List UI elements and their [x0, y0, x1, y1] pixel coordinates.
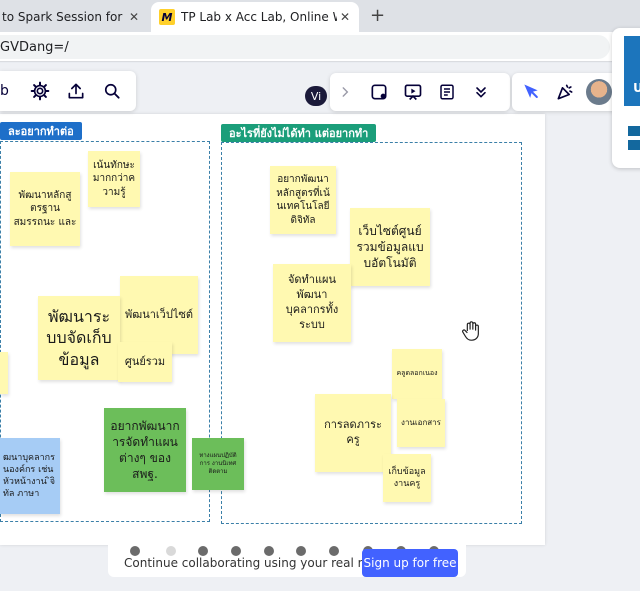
side-panel-card[interactable]: U — [612, 28, 640, 168]
browser-tab-strip: to Spark Session for OBEC ✕ M TP Lab x A… — [0, 0, 640, 32]
sticky-note[interactable]: จัดทำแผนพัฒนา บุคลากรทั้งระบบ — [273, 264, 351, 342]
cursor-icon[interactable] — [520, 81, 542, 103]
address-bar: GVDang=/ — [0, 32, 640, 62]
sign-up-button[interactable]: Sign up for free — [362, 549, 458, 577]
sticky-note[interactable]: เก็บข้อมูล งานครู — [383, 454, 431, 502]
collaborator-avatar[interactable]: Vi — [305, 86, 327, 106]
dot — [296, 546, 306, 556]
sticky-note[interactable]: พัฒนาหลักสู ตรฐานสมรรถนะ และ — [10, 172, 80, 246]
collaboration-toolbar — [330, 73, 510, 111]
upload-icon[interactable] — [64, 79, 88, 103]
chevron-double-down-icon[interactable] — [470, 81, 492, 103]
sticky-note[interactable]: เน้นทักษะ มากกว่าค วามรู้ — [88, 151, 140, 207]
presentation-icon[interactable] — [402, 81, 424, 103]
dot — [264, 546, 274, 556]
close-icon[interactable]: ✕ — [126, 10, 142, 24]
section-label-continue: ละอยากทำต่อ — [0, 122, 82, 140]
sticky-note[interactable]: การลดภาระครู — [315, 394, 391, 472]
dot — [198, 546, 208, 556]
sticky-note[interactable]: ฒนาบุคลากร นองค์กร เช่น หัวหน้างาน ิจิทั… — [0, 438, 60, 514]
celebrate-icon[interactable] — [554, 81, 576, 103]
panel-decoration — [628, 126, 640, 156]
url-text[interactable]: GVDang=/ — [0, 40, 69, 55]
board-toolbar: b — [0, 71, 136, 111]
dot — [166, 546, 176, 556]
chevron-right-icon[interactable] — [334, 81, 356, 103]
search-icon[interactable] — [100, 79, 124, 103]
close-icon[interactable]: ✕ — [337, 10, 353, 24]
hand-cursor-icon — [462, 321, 479, 341]
banner-message: Continue collaborating using your real n… — [124, 556, 396, 570]
undp-logo-icon: U — [624, 36, 640, 106]
miro-logo-icon: M — [159, 9, 175, 25]
section-label-want-to-do: อะไรที่ยังไม่ได้ทำ แต่อยากทำ — [221, 124, 377, 142]
sticky-note[interactable]: ทางแผนปฏิบัติการ งานนิเทศติดตาม — [192, 438, 244, 490]
dot — [130, 546, 140, 556]
dot — [329, 546, 339, 556]
sticky-note[interactable]: อยากพัฒนา หลักสูตรที่เน้ นเทคโนโลยี ดิจิ… — [270, 166, 336, 234]
browser-tab-whiteboard[interactable]: M TP Lab x Acc Lab, Online Whiteboa ✕ — [151, 2, 359, 32]
dot — [231, 546, 241, 556]
sticky-note[interactable]: ศูนย์รวม — [118, 342, 172, 382]
whiteboard-app: ละอยากทำต่อ อะไรที่ยังไม่ได้ทำ แต่อยากทำ… — [0, 28, 640, 591]
new-tab-button[interactable]: + — [370, 5, 385, 26]
gear-icon[interactable] — [28, 79, 52, 103]
tab-title: to Spark Session for OBEC — [2, 10, 126, 24]
sticky-note[interactable]: งานเอกสาร — [397, 399, 445, 447]
board-name-partial[interactable]: b — [0, 83, 16, 99]
tab-title: TP Lab x Acc Lab, Online Whiteboa — [181, 10, 337, 24]
sticky-note[interactable]: คลูดลอกเนอง — [392, 349, 442, 399]
sticky-note-partial[interactable] — [0, 352, 8, 394]
user-toolbar — [512, 73, 622, 111]
notes-icon[interactable] — [436, 81, 458, 103]
url-field[interactable] — [0, 35, 610, 59]
sticky-note[interactable]: อยากพัฒนาก ารจัดทำแผน ต่างๆ ของ สพฐ. — [104, 408, 186, 492]
sticker-icon[interactable] — [368, 81, 390, 103]
user-avatar[interactable] — [586, 79, 612, 105]
sticky-note[interactable]: พัฒนาระ บบจัดเก็บ ข้อมูล — [38, 296, 120, 380]
sticky-note[interactable]: เว็บไซต์ศูนย์ รวมข้อมูลแบ บอัตโนมัติ — [350, 208, 430, 286]
browser-tab-spark-session[interactable]: to Spark Session for OBEC ✕ — [0, 2, 148, 32]
